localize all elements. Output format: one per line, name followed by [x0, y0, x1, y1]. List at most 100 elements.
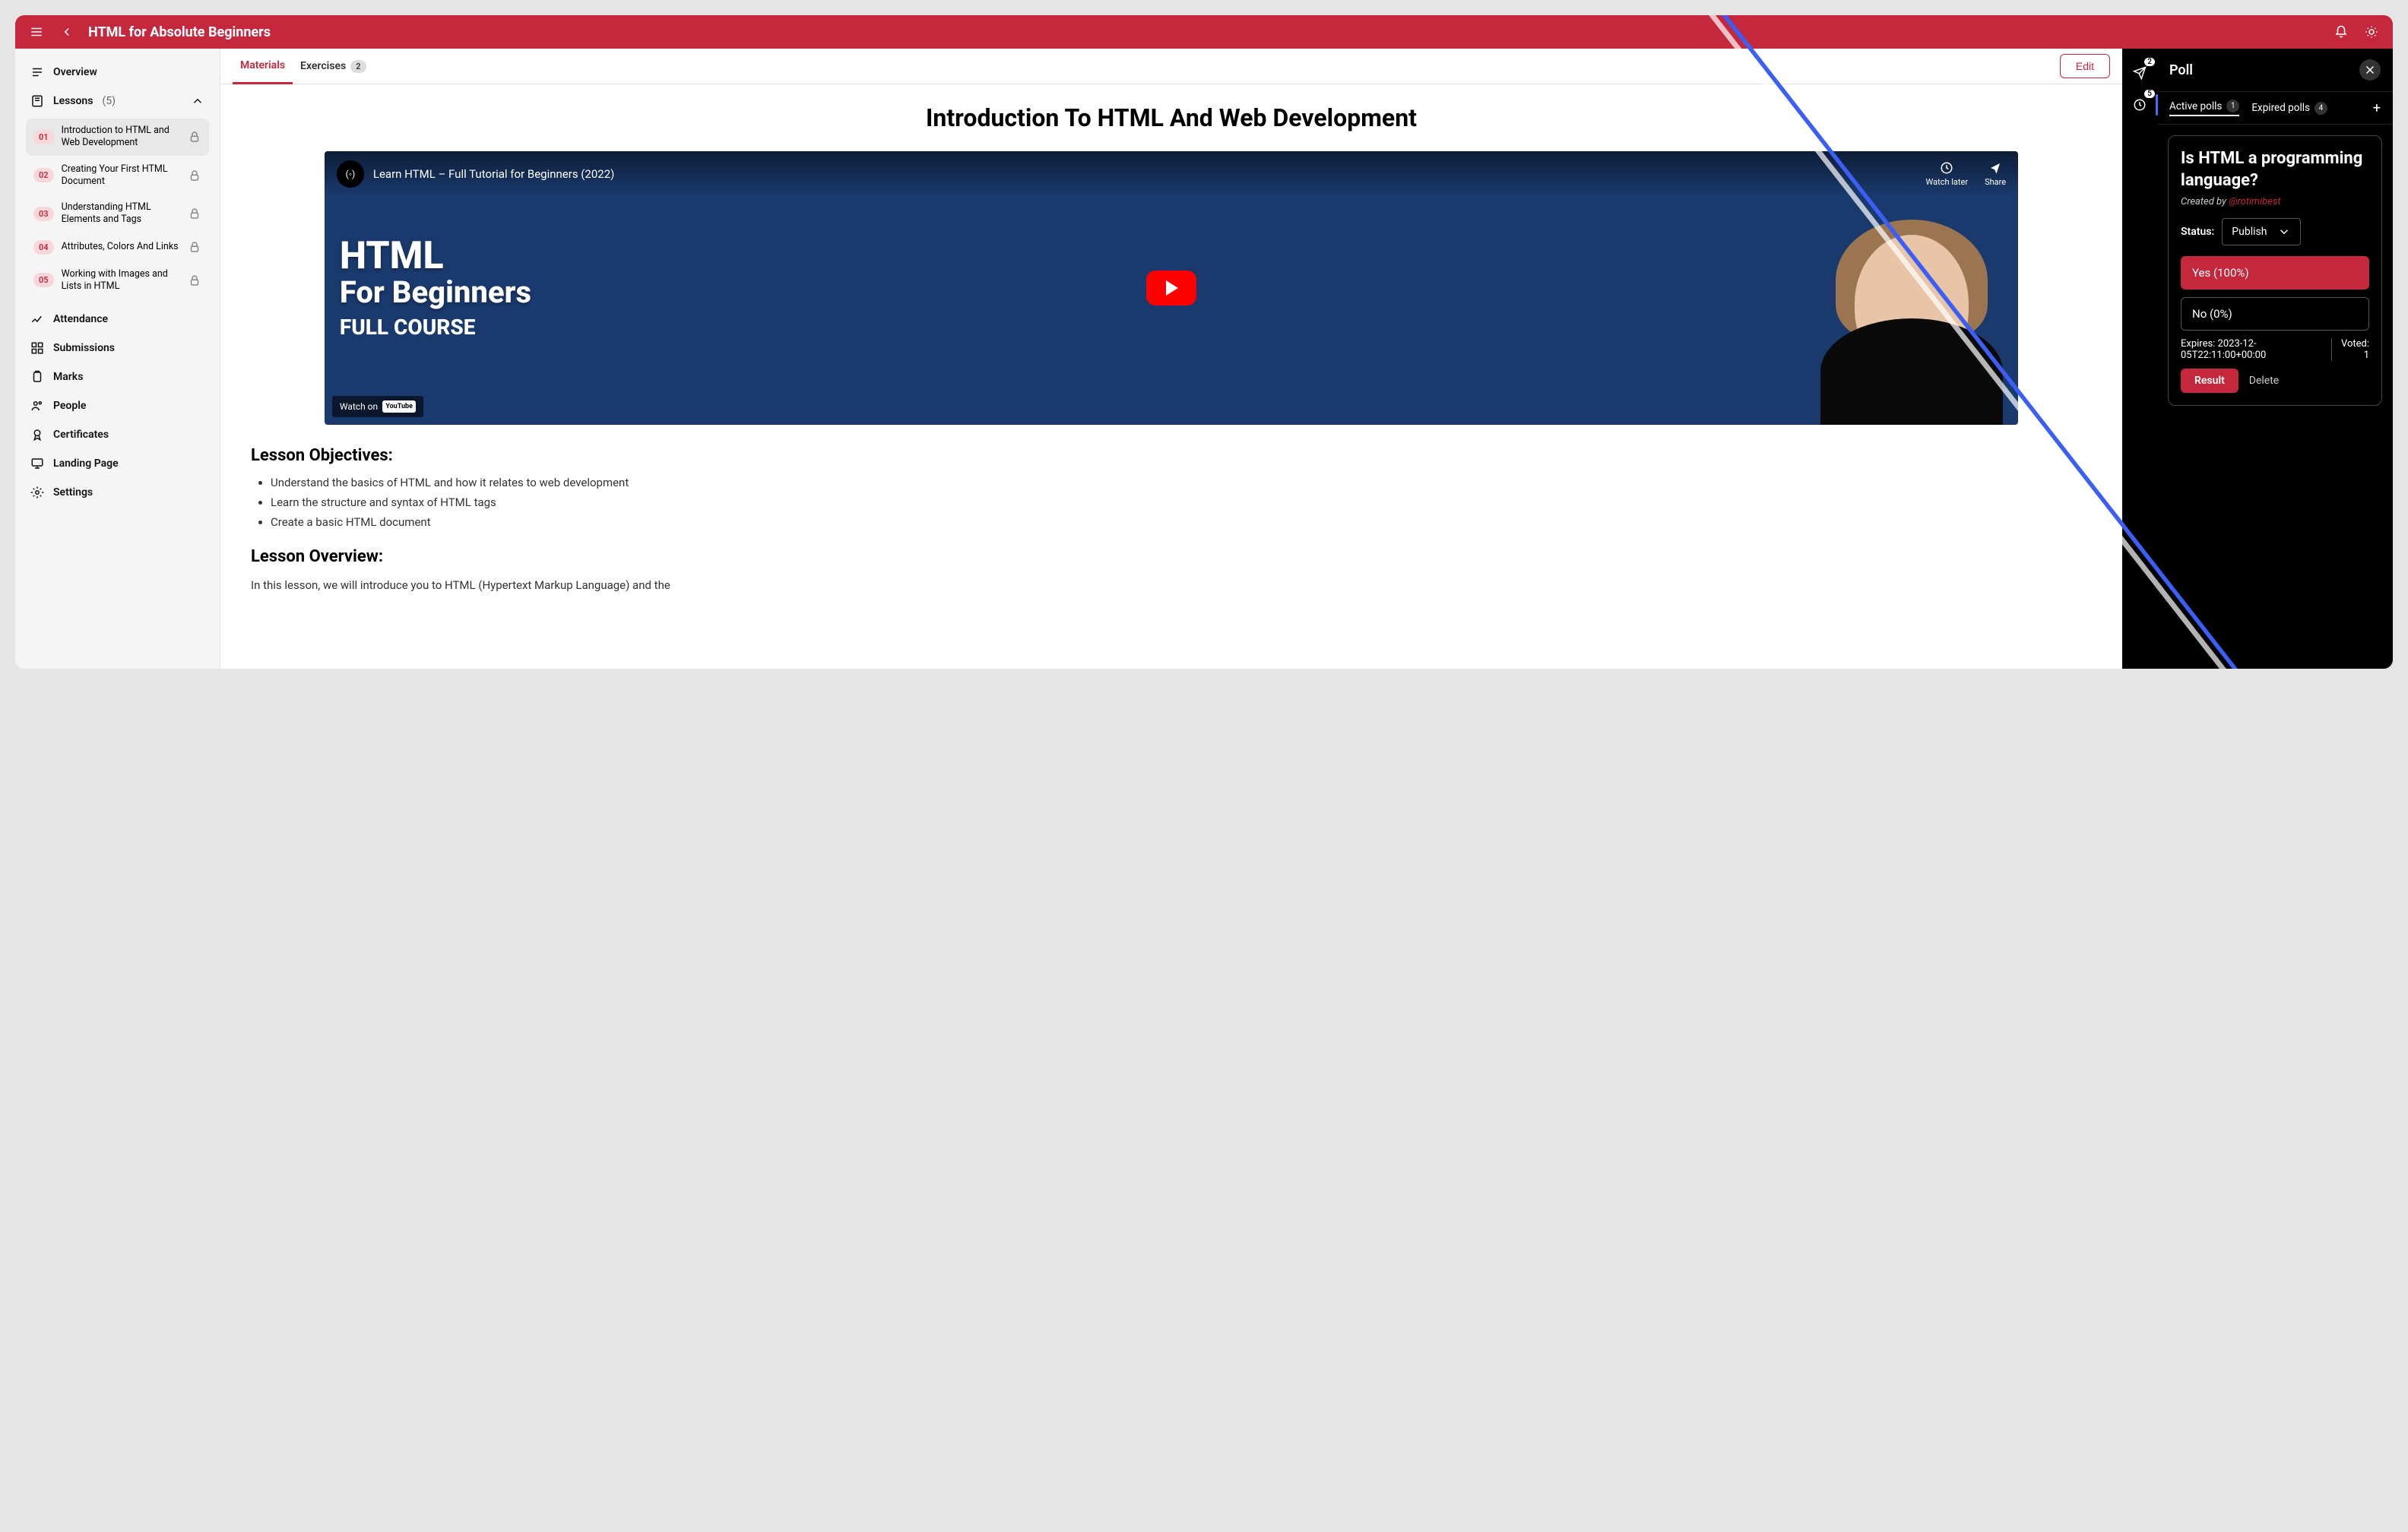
lock-icon	[188, 207, 201, 220]
sidebar-label: Marks	[53, 371, 83, 383]
sidebar-item-lessons[interactable]: Lessons (5)	[21, 87, 214, 116]
sidebar-item-people[interactable]: People	[21, 391, 214, 420]
video-title: Learn HTML – Full Tutorial for Beginners…	[373, 167, 614, 181]
lesson-title: Introduction to HTML and Web Development	[62, 125, 180, 150]
result-button[interactable]: Result	[2181, 369, 2238, 393]
lesson-title: Attributes, Colors And Links	[62, 241, 180, 253]
lessons-list: 01 Introduction to HTML and Web Developm…	[21, 119, 214, 299]
send-icon	[2133, 66, 2147, 80]
poll-tab-active[interactable]: Active polls 1	[2169, 100, 2239, 116]
watch-on-youtube[interactable]: Watch on YouTube	[332, 396, 423, 417]
poll-option-no[interactable]: No (0%)	[2181, 297, 2369, 331]
grid-icon	[30, 341, 44, 355]
youtube-logo-icon: YouTube	[382, 400, 416, 413]
menu-icon[interactable]	[27, 23, 46, 41]
status-label: Status:	[2181, 226, 2214, 238]
objective-item: Learn the structure and syntax of HTML t…	[271, 495, 2092, 509]
rail-poll-button[interactable]: 5	[2128, 93, 2152, 117]
sidebar-label: Attendance	[53, 313, 108, 325]
lesson-number: 03	[33, 207, 54, 221]
monitor-icon	[30, 457, 44, 470]
sidebar-item-marks[interactable]: Marks	[21, 362, 214, 391]
overview-text: In this lesson, we will introduce you to…	[251, 577, 2092, 594]
lesson-item[interactable]: 01 Introduction to HTML and Web Developm…	[26, 119, 209, 156]
lesson-number: 05	[33, 273, 54, 287]
poll-voted: Voted: 1	[2331, 338, 2369, 361]
poll-tab-expired[interactable]: Expired polls 4	[2251, 102, 2327, 115]
gear-icon	[30, 486, 44, 499]
lesson-number: 02	[33, 168, 54, 182]
status-select[interactable]: Publish	[2222, 218, 2301, 245]
video-overlay-line1: HTML	[340, 236, 531, 277]
lock-icon	[188, 274, 201, 287]
chevron-up-icon	[191, 94, 204, 108]
play-button-icon[interactable]	[1146, 271, 1196, 305]
video-overlay-sub: FULL COURSE	[340, 315, 531, 340]
poll-tab-badge: 1	[2226, 100, 2239, 112]
book-icon	[30, 94, 44, 108]
tab-badge: 2	[350, 60, 366, 73]
add-poll-button[interactable]: +	[2373, 100, 2381, 116]
poll-option-yes[interactable]: Yes (100%)	[2181, 256, 2369, 290]
app-header: HTML for Absolute Beginners	[15, 15, 2393, 49]
lesson-item[interactable]: 04 Attributes, Colors And Links	[26, 234, 209, 261]
lesson-title: Creating Your First HTML Document	[62, 163, 180, 188]
lesson-title: Working with Images and Lists in HTML	[62, 268, 180, 293]
watch-later-button[interactable]: Watch later	[1926, 161, 1969, 187]
sidebar: Overview Lessons (5) 01 Introduction to …	[15, 49, 220, 669]
right-rail: 2 5	[2122, 49, 2157, 669]
list-icon	[30, 65, 44, 79]
page-title: HTML for Absolute Beginners	[88, 24, 271, 40]
poll-question: Is HTML a programming language?	[2181, 148, 2369, 192]
clipboard-icon	[30, 370, 44, 384]
share-icon	[1988, 161, 2002, 175]
tab-exercises[interactable]: Exercises 2	[293, 49, 373, 84]
sidebar-item-attendance[interactable]: Attendance	[21, 305, 214, 334]
lesson-item[interactable]: 02 Creating Your First HTML Document	[26, 157, 209, 195]
sidebar-item-overview[interactable]: Overview	[21, 58, 214, 87]
rail-send-button[interactable]: 2	[2128, 61, 2152, 85]
video-person-silhouette	[1820, 212, 2003, 425]
sidebar-item-landing-page[interactable]: Landing Page	[21, 449, 214, 478]
lesson-title: Understanding HTML Elements and Tags	[62, 201, 180, 226]
clock-history-icon	[2133, 98, 2147, 112]
sidebar-item-certificates[interactable]: Certificates	[21, 420, 214, 449]
lesson-item[interactable]: 03 Understanding HTML Elements and Tags	[26, 195, 209, 233]
tab-label: Exercises	[300, 60, 346, 72]
sidebar-item-settings[interactable]: Settings	[21, 478, 214, 507]
objectives-heading: Lesson Objectives:	[251, 446, 2092, 465]
poll-author: @rotimibest	[2229, 196, 2280, 207]
lesson-heading: Introduction To HTML And Web Development	[251, 103, 2092, 133]
poll-tab-badge: 4	[2315, 102, 2327, 115]
lock-icon	[188, 130, 201, 144]
lesson-number: 04	[33, 240, 54, 255]
sidebar-item-submissions[interactable]: Submissions	[21, 334, 214, 362]
video-overlay-line2: For Beginners	[340, 277, 531, 309]
theme-toggle-icon[interactable]	[2362, 23, 2381, 41]
objective-item: Understand the basics of HTML and how it…	[271, 476, 2092, 489]
lesson-content: Introduction To HTML And Web Development…	[220, 84, 2122, 669]
sidebar-label: People	[53, 400, 86, 412]
sidebar-label: Settings	[53, 486, 93, 499]
content-tabs: Materials Exercises 2 Edit	[220, 49, 2122, 84]
close-button[interactable]	[2359, 59, 2381, 81]
rail-badge: 5	[2144, 90, 2155, 98]
lock-icon	[188, 169, 201, 182]
tab-materials[interactable]: Materials	[233, 49, 293, 84]
sidebar-label: Landing Page	[53, 457, 119, 470]
award-icon	[30, 428, 44, 442]
share-button[interactable]: Share	[1985, 161, 2006, 187]
lesson-item[interactable]: 05 Working with Images and Lists in HTML	[26, 262, 209, 299]
overview-heading: Lesson Overview:	[251, 547, 2092, 566]
rail-badge: 2	[2144, 58, 2155, 66]
channel-logo-icon: (◦)	[337, 160, 364, 188]
video-embed[interactable]: HTML For Beginners FULL COURSE (◦) Learn…	[325, 151, 2018, 425]
sidebar-label: Certificates	[53, 429, 109, 441]
delete-button[interactable]: Delete	[2249, 375, 2279, 387]
poll-panel-title: Poll	[2169, 62, 2193, 78]
poll-panel: Poll Active polls 1 Expired polls 4 +	[2157, 49, 2393, 669]
edit-button[interactable]: Edit	[2060, 54, 2110, 78]
back-arrow-icon[interactable]	[58, 23, 76, 41]
lessons-count: (5)	[102, 95, 116, 107]
bell-icon[interactable]	[2332, 23, 2350, 41]
